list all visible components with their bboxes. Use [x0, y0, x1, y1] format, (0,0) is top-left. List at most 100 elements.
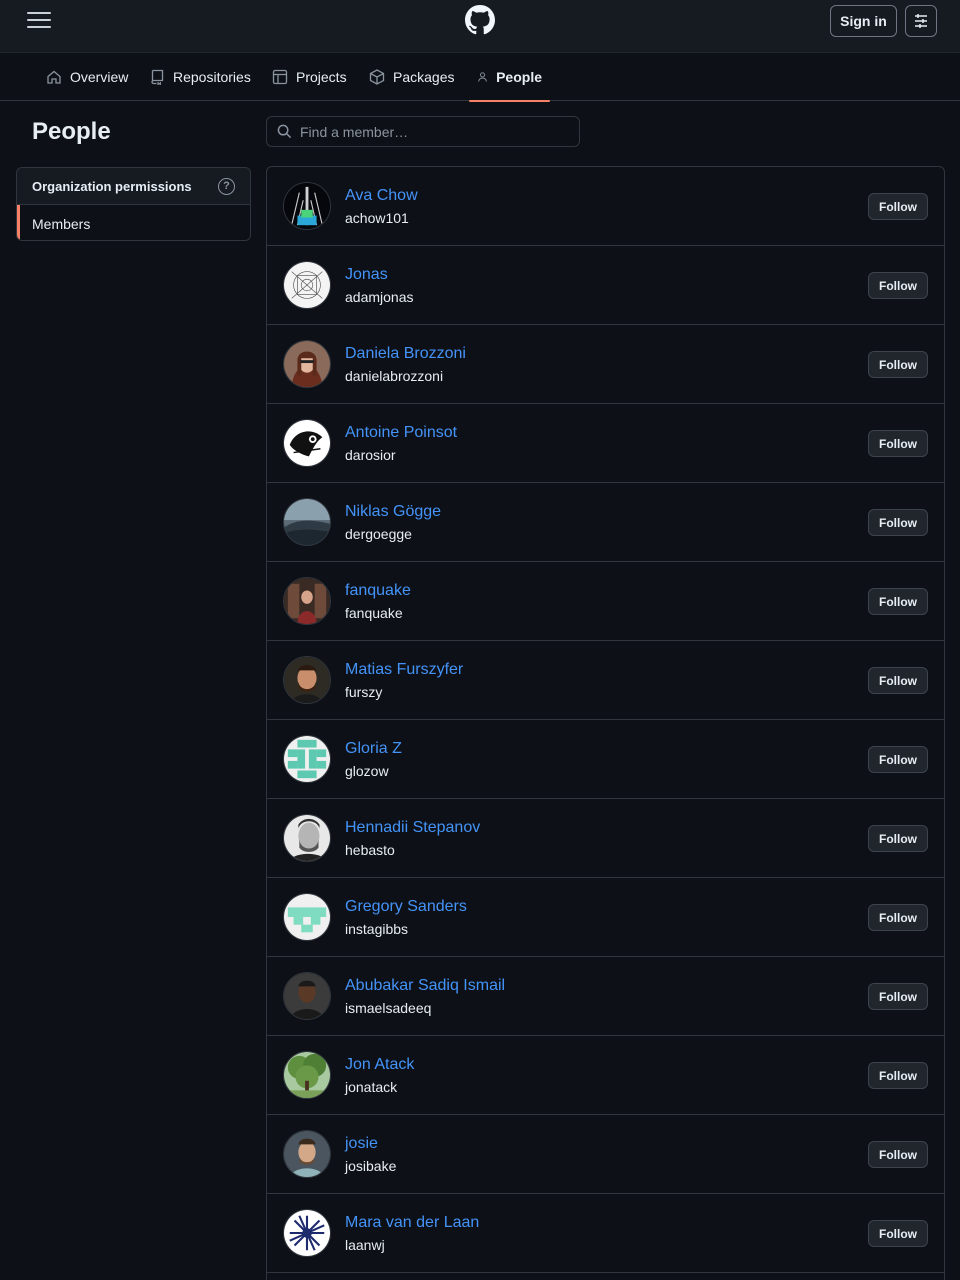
list-item: Jon Atack jonatack Follow	[267, 1036, 944, 1115]
member-name-link[interactable]: Antoine Poinsot	[345, 424, 457, 442]
tab-repositories[interactable]: Repositories	[141, 53, 259, 101]
avatar[interactable]	[283, 498, 331, 546]
list-item: Niklas Gögge dergoegge Follow	[267, 483, 944, 562]
avatar[interactable]	[283, 656, 331, 704]
sidebar-item-organization-permissions[interactable]: Organization permissions ?	[17, 168, 250, 205]
hamburger-icon[interactable]	[26, 10, 52, 30]
package-icon	[369, 69, 385, 85]
follow-button[interactable]: Follow	[868, 509, 928, 536]
table-icon	[272, 69, 288, 85]
follow-button[interactable]: Follow	[868, 351, 928, 378]
follow-button[interactable]: Follow	[868, 983, 928, 1010]
follow-button[interactable]: Follow	[868, 904, 928, 931]
follow-button[interactable]: Follow	[868, 1062, 928, 1089]
member-login: darosior	[345, 447, 396, 463]
member-name-link[interactable]: Gloria Z	[345, 740, 402, 758]
tab-people[interactable]: People	[469, 53, 550, 102]
github-mark-icon[interactable]	[465, 5, 495, 35]
follow-button[interactable]: Follow	[868, 825, 928, 852]
member-name-link[interactable]: Gregory Sanders	[345, 898, 467, 916]
follow-button[interactable]: Follow	[868, 588, 928, 615]
follow-button[interactable]: Follow	[868, 430, 928, 457]
tab-label: Repositories	[173, 69, 251, 85]
member-login: dergoegge	[345, 526, 412, 542]
list-item: Abubakar Sadiq Ismail ismaelsadeeq Follo…	[267, 957, 944, 1036]
sidebar-menu: Organization permissions ? Members	[16, 167, 251, 241]
member-login: laanwj	[345, 1237, 385, 1253]
member-login: jonatack	[345, 1079, 398, 1095]
sidebar-item-members[interactable]: Members	[17, 205, 250, 240]
avatar[interactable]	[283, 972, 331, 1020]
member-name-link[interactable]: Jonas	[345, 266, 388, 284]
person-icon	[478, 72, 487, 82]
avatar[interactable]	[283, 735, 331, 783]
avatar[interactable]	[283, 893, 331, 941]
member-name-link[interactable]: josie	[345, 1135, 378, 1153]
list-item: josie josibake Follow	[267, 1115, 944, 1194]
search-input[interactable]	[300, 123, 570, 140]
member-name-link[interactable]: Jon Atack	[345, 1056, 414, 1074]
member-login: hebasto	[345, 842, 395, 858]
member-login: adamjonas	[345, 289, 414, 305]
member-login: instagibbs	[345, 921, 409, 937]
list-item: Daniela Brozzoni danielabrozzoni Follow	[267, 325, 944, 404]
member-name-link[interactable]: Daniela Brozzoni	[345, 345, 466, 363]
tab-overview[interactable]: Overview	[38, 53, 136, 101]
tab-label: Packages	[393, 69, 455, 85]
member-login: fanquake	[345, 605, 403, 621]
follow-button[interactable]: Follow	[868, 272, 928, 299]
avatar[interactable]	[283, 182, 331, 230]
avatar[interactable]	[283, 340, 331, 388]
top-header: Sign in	[0, 0, 960, 53]
avatar[interactable]	[283, 1209, 331, 1257]
list-item: Hennadii Stepanov hebasto Follow	[267, 799, 944, 878]
follow-button[interactable]: Follow	[868, 746, 928, 773]
member-name-link[interactable]: fanquake	[345, 582, 411, 600]
member-name-link[interactable]: Abubakar Sadiq Ismail	[345, 977, 505, 995]
follow-button[interactable]: Follow	[868, 1141, 928, 1168]
question-icon[interactable]: ?	[218, 177, 235, 195]
follow-button[interactable]: Follow	[868, 667, 928, 694]
list-item: Ava Chow achow101 Follow	[267, 167, 944, 246]
member-name-link[interactable]: Ava Chow	[345, 187, 418, 205]
avatar[interactable]	[283, 1130, 331, 1178]
list-item: Gregory Sanders instagibbs Follow	[267, 878, 944, 957]
member-name-link[interactable]: Hennadii Stepanov	[345, 819, 480, 837]
home-icon	[47, 70, 61, 84]
tab-label: People	[496, 69, 542, 85]
avatar[interactable]	[283, 1051, 331, 1099]
avatar[interactable]	[283, 577, 331, 625]
follow-button[interactable]: Follow	[868, 1220, 928, 1247]
avatar[interactable]	[283, 419, 331, 467]
member-login: josibake	[345, 1158, 397, 1174]
member-name-link[interactable]: Niklas Gögge	[345, 503, 441, 521]
org-nav: Overview Repositories Projects Packages …	[0, 53, 960, 102]
list-item: Jonas adamjonas Follow	[267, 246, 944, 325]
sliders-icon[interactable]	[905, 5, 937, 37]
member-name-link[interactable]: Mara van der Laan	[345, 1214, 479, 1232]
sidebar-item-label: Organization permissions	[32, 178, 192, 194]
member-list: Ava Chow achow101 Follow Jonas adamjonas…	[266, 166, 945, 1280]
sidebar-item-label: Members	[32, 215, 91, 232]
follow-button[interactable]: Follow	[868, 193, 928, 220]
avatar[interactable]	[283, 814, 331, 862]
member-login: furszy	[345, 684, 383, 700]
avatar[interactable]	[283, 261, 331, 309]
tab-packages[interactable]: Packages	[361, 53, 462, 101]
list-item: Mara van der Laan laanwj Follow	[267, 1194, 944, 1273]
page-title: People	[32, 118, 111, 145]
repo-icon	[151, 69, 164, 85]
tab-label: Overview	[70, 69, 129, 85]
search-icon	[277, 124, 292, 139]
member-name-link[interactable]: Matias Furszyfer	[345, 661, 463, 679]
list-item: Gloria Z glozow Follow	[267, 720, 944, 799]
member-login: achow101	[345, 210, 409, 226]
tab-label: Projects	[296, 69, 347, 85]
sign-in-button[interactable]: Sign in	[830, 5, 897, 37]
member-login: glozow	[345, 763, 389, 779]
member-login: danielabrozzoni	[345, 368, 444, 384]
list-item: Matias Furszyfer furszy Follow	[267, 641, 944, 720]
tab-projects[interactable]: Projects	[264, 53, 355, 101]
list-item: fanquake fanquake Follow	[267, 562, 944, 641]
member-login: ismaelsadeeq	[345, 1000, 432, 1016]
